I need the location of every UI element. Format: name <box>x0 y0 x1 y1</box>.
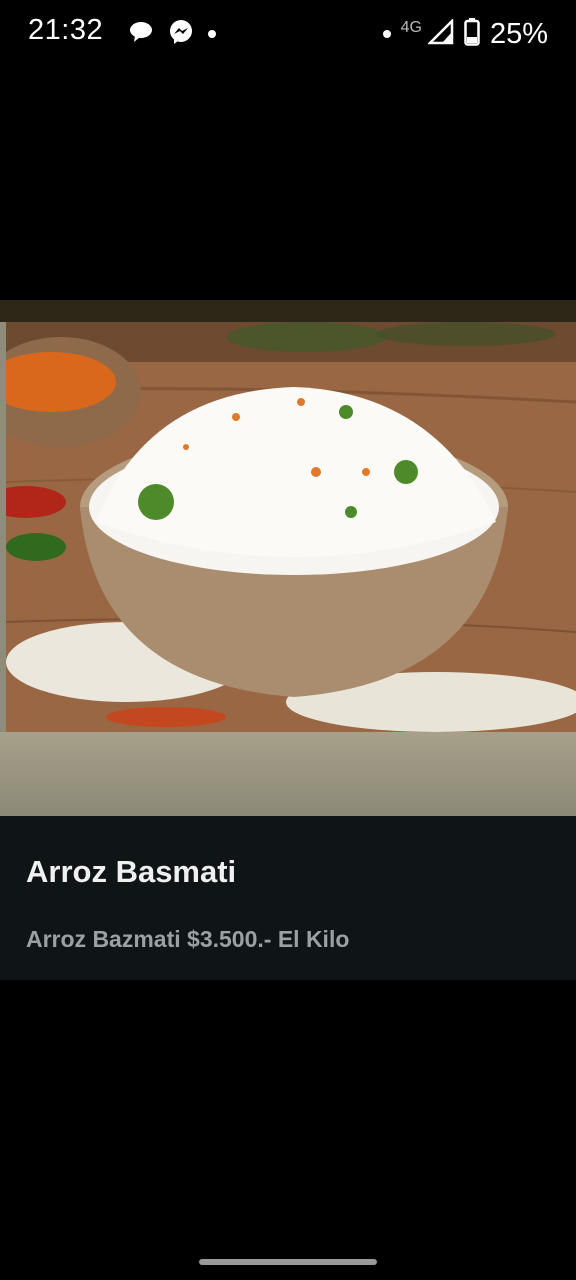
image-bottom-band <box>0 732 576 816</box>
battery-icon <box>464 17 480 51</box>
status-bar: 21:32 4G 25% <box>0 0 576 68</box>
product-photo <box>6 322 576 732</box>
messenger-icon <box>168 19 194 50</box>
notification-dot-icon <box>208 30 216 38</box>
signal-icon <box>426 17 454 50</box>
gesture-nav-handle[interactable] <box>199 1259 377 1265</box>
image-top-band <box>0 300 576 322</box>
notification-icons <box>128 19 216 49</box>
product-image-frame[interactable] <box>0 300 576 816</box>
status-dot-icon <box>382 30 391 38</box>
battery-percent: 25% <box>489 17 548 50</box>
product-description: Arroz Bazmati $3.500.- El Kilo <box>26 926 350 952</box>
product-title: Arroz Basmati <box>26 854 237 889</box>
network-type: 4G <box>400 19 422 36</box>
chat-bubble-icon <box>128 20 154 49</box>
product-info-card: Arroz Basmati Arroz Bazmati $3.500.- El … <box>0 816 576 980</box>
status-time: 21:32 <box>28 14 104 46</box>
system-icons: 4G 25% <box>382 14 548 54</box>
